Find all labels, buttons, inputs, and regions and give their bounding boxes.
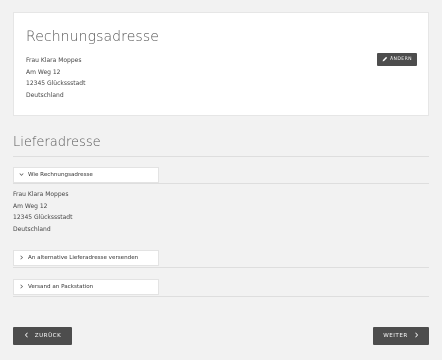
same-as-billing-label: Wie Rechnungsadresse — [28, 172, 93, 178]
delivery-address-lines: Frau Klara Moppes Am Weg 12 12345 Glücks… — [13, 189, 72, 235]
billing-name: Frau Klara Moppes — [26, 57, 82, 64]
billing-address-title: Rechnungsadresse — [26, 29, 159, 45]
divider — [13, 267, 429, 268]
delivery-street: Am Weg 12 — [13, 202, 48, 210]
billing-country: Deutschland — [26, 91, 64, 99]
next-button-label: WEITER — [383, 333, 408, 339]
change-button-label: ÄNDERN — [389, 57, 413, 62]
billing-address-card: Rechnungsadresse Frau Klara Moppes Am We… — [13, 12, 429, 116]
billing-city: 12345 Glückssstadt — [26, 80, 86, 87]
billing-street: Am Weg 12 — [26, 68, 61, 76]
delivery-address-title: Lieferadresse — [13, 135, 101, 150]
chevron-right-icon — [19, 255, 24, 262]
next-button[interactable]: WEITER — [373, 327, 429, 345]
back-button-label: ZURÜCK — [34, 333, 62, 339]
same-as-billing-option[interactable]: Wie Rechnungsadresse — [13, 167, 159, 183]
back-button[interactable]: ZURÜCK — [13, 327, 72, 345]
delivery-name: Frau Klara Moppes — [13, 191, 69, 198]
alternative-delivery-option[interactable]: An alternative Lieferadresse versenden — [13, 250, 159, 266]
alternative-delivery-label: An alternative Lieferadresse versenden — [28, 255, 139, 261]
delivery-country: Deutschland — [13, 225, 51, 233]
packstation-option[interactable]: Versand an Packstation — [13, 279, 159, 295]
change-billing-address-button[interactable]: ÄNDERN — [377, 53, 417, 66]
packstation-label: Versand an Packstation — [28, 284, 94, 290]
chevron-down-icon — [19, 172, 24, 179]
delivery-city: 12345 Glückssstadt — [13, 214, 73, 221]
chevron-right-icon — [19, 284, 24, 291]
chevron-left-icon — [24, 332, 29, 340]
divider — [13, 183, 429, 184]
billing-address-lines: Frau Klara Moppes Am Weg 12 12345 Glücks… — [26, 55, 85, 101]
divider — [13, 156, 429, 157]
divider — [13, 296, 429, 297]
pencil-icon — [382, 56, 388, 64]
chevron-right-icon — [414, 332, 419, 340]
